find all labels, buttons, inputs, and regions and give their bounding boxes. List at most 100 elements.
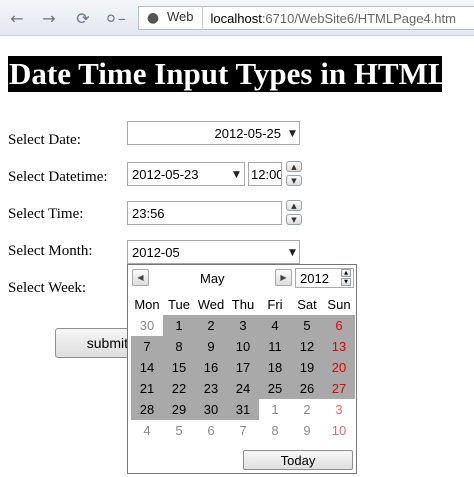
calendar-day[interactable]: 9 — [291, 420, 323, 441]
calendar-day[interactable]: 18 — [259, 357, 291, 378]
weekday-label: Tue — [168, 297, 190, 312]
calendar-day[interactable]: 3 — [227, 315, 259, 336]
calendar-week-row[interactable]: 14 15 16 17 18 19 20 — [131, 357, 355, 378]
calendar-day[interactable]: 24 — [227, 378, 259, 399]
forward-icon[interactable]: → — [38, 7, 60, 29]
calendar-day[interactable]: 8 — [259, 420, 291, 441]
calendar-day[interactable]: 19 — [291, 357, 323, 378]
calendar-day[interactable]: 9 — [195, 336, 227, 357]
browser-toolbar: ← → ⟳ ⚪– ● Web localhost:6710/WebSite6/H… — [0, 0, 474, 36]
month-input[interactable]: 2012-05 — [127, 240, 300, 264]
time-input[interactable]: 23:56 — [127, 201, 282, 225]
calendar-day[interactable]: 10 — [227, 336, 259, 357]
calendar-day[interactable]: 2 — [195, 315, 227, 336]
datetime-spin-down-icon[interactable]: ▼ — [286, 175, 302, 186]
next-month-icon[interactable]: ▶ — [275, 269, 292, 286]
calendar-day[interactable]: 22 — [163, 378, 195, 399]
datetime-time-value: 12:00 — [251, 166, 282, 182]
calendar-day[interactable]: 31 — [227, 399, 259, 420]
time-value: 23:56 — [132, 205, 165, 221]
calendar-day[interactable]: 26 — [291, 378, 323, 399]
calendar-day[interactable]: 23 — [195, 378, 227, 399]
calendar-week-row[interactable]: 28 29 30 31 1 2 3 — [131, 399, 355, 420]
calendar-day[interactable]: 1 — [163, 315, 195, 336]
month-calendar-popup: ◀ May ▶ 2012 ▲ ▼ Mon Tue Wed Thu Fri Sat… — [127, 264, 357, 474]
submit-label: submit — [86, 335, 128, 351]
address-bar[interactable]: ● Web localhost:6710/WebSite6/HTMLPage4.… — [138, 6, 474, 30]
back-icon[interactable]: ← — [6, 7, 28, 29]
calendar-day[interactable]: 5 — [163, 420, 195, 441]
submit-button[interactable]: submit — [55, 328, 135, 358]
datetime-date-input[interactable]: 2012-05-23 — [127, 162, 245, 186]
calendar-day[interactable]: 2 — [291, 399, 323, 420]
calendar-day[interactable]: 27 — [323, 378, 355, 399]
date-label: Select Date: — [8, 132, 81, 148]
weekday-label: Wed — [197, 297, 225, 312]
weekday-label: Sun — [327, 297, 351, 312]
calendar-day[interactable]: 10 — [323, 420, 355, 441]
url-host: localhost — [210, 10, 262, 26]
globe-icon: ● — [146, 10, 160, 26]
month-value: 2012-05 — [132, 244, 180, 260]
calendar-day[interactable]: 28 — [131, 399, 163, 420]
calendar-day[interactable]: 30 — [195, 399, 227, 420]
calendar-week-row[interactable]: 7 8 9 10 11 12 13 — [131, 336, 355, 357]
time-spin-up-icon[interactable]: ▲ — [286, 200, 302, 211]
week-label: Select Week: — [8, 280, 87, 296]
calendar-day[interactable]: 6 — [195, 420, 227, 441]
month-dropdown-icon[interactable]: ▼ — [289, 249, 297, 258]
date-value: 2012-05-25 — [214, 125, 282, 141]
time-label: Select Time: — [8, 206, 84, 222]
refresh-icon[interactable]: ⟳ — [72, 7, 94, 29]
datetime-spin-up-icon[interactable]: ▲ — [286, 161, 302, 172]
datetime-time-input[interactable]: 12:00 — [248, 162, 282, 186]
calendar-day[interactable]: 5 — [291, 315, 323, 336]
weekday-header: Mon Tue Wed Thu Fri Sat Sun — [131, 297, 355, 313]
key-icon[interactable]: ⚪– — [104, 7, 126, 29]
time-spin-down-icon[interactable]: ▼ — [286, 214, 302, 225]
calendar-day[interactable]: 21 — [131, 378, 163, 399]
weekday-label: Sat — [297, 297, 317, 312]
calendar-day[interactable]: 13 — [323, 336, 355, 357]
prev-month-icon[interactable]: ◀ — [132, 269, 149, 286]
calendar-year-value: 2012 — [300, 270, 329, 286]
calendar-day[interactable]: 6 — [323, 315, 355, 336]
today-button[interactable]: Today — [243, 450, 353, 470]
calendar-day[interactable]: 8 — [163, 336, 195, 357]
calendar-month: May — [200, 271, 225, 286]
calendar-week-row[interactable]: 21 22 23 24 25 26 27 — [131, 378, 355, 399]
date-dropdown-icon[interactable]: ▼ — [289, 130, 297, 139]
month-label: Select Month: — [8, 243, 93, 259]
date-input[interactable]: 2012-05-25 — [127, 121, 300, 145]
weekday-label: Fri — [267, 297, 283, 312]
calendar-day[interactable]: 30 — [131, 315, 163, 336]
calendar-day[interactable]: 12 — [291, 336, 323, 357]
datetime-date-value: 2012-05-23 — [132, 166, 199, 182]
site-chip[interactable]: Web — [167, 6, 203, 30]
calendar-day[interactable]: 1 — [259, 399, 291, 420]
calendar-day[interactable]: 7 — [131, 336, 163, 357]
calendar-day[interactable]: 29 — [163, 399, 195, 420]
datetime-dropdown-icon[interactable]: ▼ — [233, 171, 241, 180]
url-text[interactable]: localhost:6710/WebSite6/HTMLPage4.htm — [211, 11, 456, 26]
calendar-week-row[interactable]: 30 1 2 3 4 5 6 — [131, 315, 355, 336]
calendar-day[interactable]: 3 — [323, 399, 355, 420]
page-title: Date Time Input Types in HTML5 — [8, 56, 442, 92]
year-spin-up-icon[interactable]: ▲ — [341, 269, 351, 277]
year-spin-down-icon[interactable]: ▼ — [341, 278, 351, 286]
calendar-day[interactable]: 7 — [227, 420, 259, 441]
calendar-week-row[interactable]: 4 5 6 7 8 9 10 — [131, 420, 355, 441]
calendar-day[interactable]: 14 — [131, 357, 163, 378]
datetime-label: Select Datetime: — [8, 169, 108, 185]
weekday-label: Thu — [231, 297, 255, 312]
calendar-day[interactable]: 17 — [227, 357, 259, 378]
url-path: :6710/WebSite6/HTMLPage4.htm — [261, 10, 456, 26]
calendar-day[interactable]: 25 — [259, 378, 291, 399]
calendar-day[interactable]: 15 — [163, 357, 195, 378]
weekday-label: Mon — [134, 297, 160, 312]
calendar-day[interactable]: 11 — [259, 336, 291, 357]
calendar-day[interactable]: 4 — [259, 315, 291, 336]
calendar-day[interactable]: 16 — [195, 357, 227, 378]
calendar-day[interactable]: 20 — [323, 357, 355, 378]
calendar-day[interactable]: 4 — [131, 420, 163, 441]
